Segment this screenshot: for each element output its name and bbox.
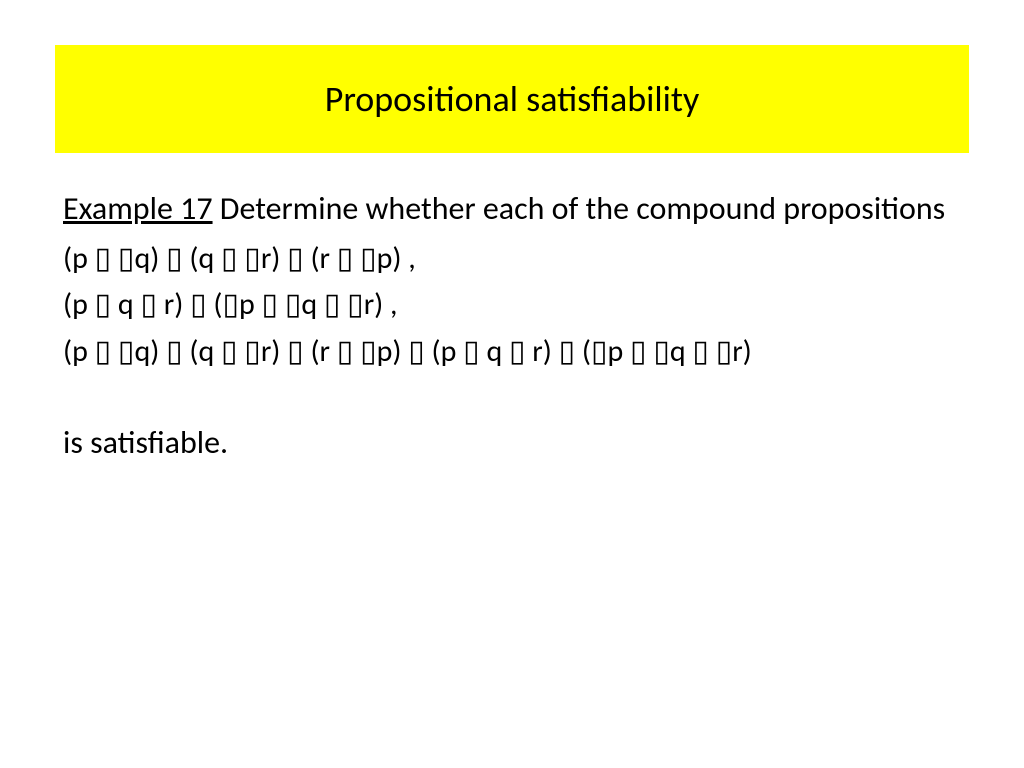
example-label: Example 17 xyxy=(63,189,213,228)
formula-1: (p ▯ ▯q) ▯ (q ▯ ▯r) ▯ (r ▯ ▯p) , xyxy=(63,236,969,283)
slide-container: Propositional satisfiability Example 17 … xyxy=(0,0,1024,768)
slide-title: Propositional satisfiability xyxy=(65,77,959,121)
title-bar: Propositional satisfiability xyxy=(55,45,969,153)
intro-paragraph: Example 17 Determine whether each of the… xyxy=(63,188,969,230)
formula-2: (p ▯ q ▯ r) ▯ (▯p ▯ ▯q ▯ ▯r) , xyxy=(63,282,969,329)
closing-line: is satisfiable. xyxy=(63,423,969,462)
intro-rest: Determine whether each of the compound p… xyxy=(213,189,946,228)
content-area: Example 17 Determine whether each of the… xyxy=(55,188,969,462)
formula-3: (p ▯ ▯q) ▯ (q ▯ ▯r) ▯ (r ▯ ▯p) ▯ (p ▯ q … xyxy=(63,329,969,376)
